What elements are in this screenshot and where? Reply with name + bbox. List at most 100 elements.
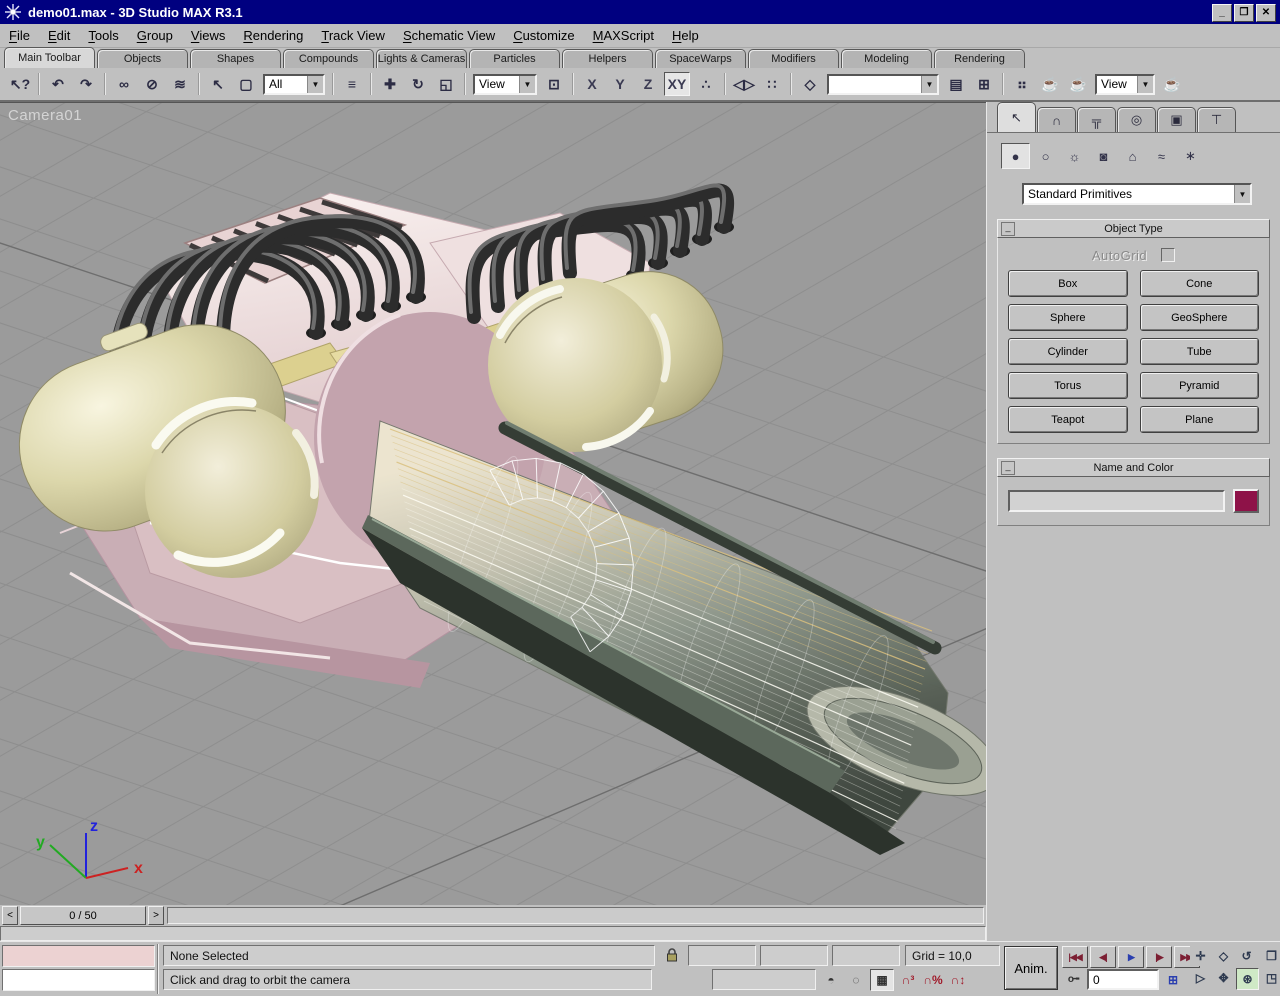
subcategory-dropdown[interactable]: Standard Primitives ▼ <box>1022 183 1252 205</box>
render-type-dropdown[interactable]: View▼ <box>1095 74 1155 95</box>
orbit-camera-button[interactable]: ⊛ <box>1236 968 1259 990</box>
roll-camera-button[interactable]: ↺ <box>1236 946 1257 966</box>
time-slider-next-button[interactable]: > <box>148 906 164 925</box>
track-bar[interactable] <box>0 926 986 941</box>
object-color-swatch[interactable] <box>1233 489 1259 513</box>
tube-button[interactable]: Tube <box>1140 338 1260 365</box>
tab-rendering[interactable]: Rendering <box>934 49 1025 68</box>
quick-render-icon[interactable]: ☕ <box>1065 72 1091 96</box>
menu-rendering[interactable]: Rendering <box>234 26 312 45</box>
menu-customize[interactable]: Customize <box>504 26 583 45</box>
category-spacewarps-icon[interactable]: ≈ <box>1148 144 1175 168</box>
panel-tab-hierarchy[interactable]: ╦ <box>1077 107 1116 132</box>
restrict-z-button[interactable]: Z <box>636 73 660 95</box>
teapot-button[interactable]: Teapot <box>1008 406 1128 433</box>
degradation-override-icon[interactable]: ◓ <box>820 970 842 990</box>
region-zoom-button[interactable]: ❒ <box>1261 946 1280 966</box>
time-slider-handle[interactable]: 0 / 50 <box>20 906 146 925</box>
open-track-view-icon[interactable]: ▤ <box>943 72 969 96</box>
category-systems-icon[interactable]: ∗ <box>1177 144 1204 168</box>
panel-tab-utilities[interactable]: ⊤ <box>1197 107 1236 132</box>
tab-compounds[interactable]: Compounds <box>283 49 374 68</box>
cylinder-button[interactable]: Cylinder <box>1008 338 1128 365</box>
selection-filter-dropdown[interactable]: All▼ <box>263 74 325 95</box>
time-slider-prev-button[interactable]: < <box>2 906 18 925</box>
category-shapes-icon[interactable]: ○ <box>1032 144 1059 168</box>
tab-main-toolbar[interactable]: Main Toolbar <box>4 47 95 68</box>
next-frame-button[interactable]: |▶ <box>1146 946 1172 968</box>
chevron-down-icon[interactable]: ▼ <box>921 76 937 93</box>
tab-spacewarps[interactable]: SpaceWarps <box>655 49 746 68</box>
render-last-icon[interactable]: ☕ <box>1159 72 1185 96</box>
name-and-color-rollout-header[interactable]: _ Name and Color <box>997 458 1270 477</box>
box-button[interactable]: Box <box>1008 270 1128 297</box>
tab-particles[interactable]: Particles <box>469 49 560 68</box>
menu-help[interactable]: Help <box>663 26 708 45</box>
restore-button[interactable]: ❐ <box>1234 4 1254 22</box>
panel-tab-create[interactable]: ↖ <box>997 102 1036 132</box>
play-button[interactable]: ▶ <box>1118 946 1144 968</box>
align-icon[interactable]: ◇ <box>797 72 823 96</box>
truck-camera-button[interactable]: ✥ <box>1213 968 1234 988</box>
sphere-button[interactable]: Sphere <box>1008 304 1128 331</box>
category-cameras-icon[interactable]: ◙ <box>1090 144 1117 168</box>
tab-helpers[interactable]: Helpers <box>562 49 653 68</box>
reference-coordinate-dropdown[interactable]: View▼ <box>473 74 537 95</box>
select-by-name-icon[interactable]: ≡ <box>339 72 365 96</box>
animate-button[interactable]: Anim. <box>1004 946 1058 990</box>
close-button[interactable]: ✕ <box>1256 4 1276 22</box>
mini-listener-field[interactable] <box>2 969 155 991</box>
named-selection-sets-dropdown[interactable]: ▼ <box>827 74 939 95</box>
mirror-icon[interactable]: ◁▷ <box>731 72 757 96</box>
dolly-camera-button[interactable]: ✛ <box>1190 946 1211 966</box>
menu-group[interactable]: Group <box>128 26 182 45</box>
category-helpers-icon[interactable]: ⌂ <box>1119 144 1146 168</box>
restrict-xy-plane-button[interactable]: XY <box>664 72 690 96</box>
cone-button[interactable]: Cone <box>1140 270 1260 297</box>
menu-tools[interactable]: Tools <box>79 26 127 45</box>
macro-recorder-field[interactable] <box>2 945 155 967</box>
go-to-start-button[interactable]: |◀◀ <box>1062 946 1088 968</box>
select-and-link-icon[interactable]: ∞ <box>111 72 137 96</box>
field-of-view-button[interactable]: ▷ <box>1190 968 1211 988</box>
angle-snap-icon[interactable]: ∩³ <box>897 970 919 990</box>
selection-lock-button[interactable] <box>661 945 683 966</box>
tab-objects[interactable]: Objects <box>97 49 188 68</box>
key-mode-toggle-button[interactable]: o╼ <box>1062 970 1084 990</box>
restrict-x-button[interactable]: X <box>580 73 604 95</box>
chevron-down-icon[interactable]: ▼ <box>519 76 535 93</box>
object-name-field[interactable] <box>1008 490 1225 512</box>
select-and-move-icon[interactable]: ✚ <box>377 72 403 96</box>
torus-button[interactable]: Torus <box>1008 372 1128 399</box>
menu-views[interactable]: Views <box>182 26 234 45</box>
panel-tab-motion[interactable]: ◎ <box>1117 107 1156 132</box>
current-frame-field[interactable]: 0 <box>1087 969 1159 990</box>
chevron-down-icon[interactable]: ▼ <box>307 76 323 93</box>
snap-3d-icon[interactable]: ▦ <box>870 969 894 991</box>
menu-schematic-view[interactable]: Schematic View <box>394 26 504 45</box>
material-editor-icon[interactable]: ⠶ <box>1009 72 1035 96</box>
time-slider-track[interactable] <box>167 907 984 924</box>
category-geometry-icon[interactable]: ● <box>1001 143 1030 169</box>
snap-toggle-icon[interactable]: ◌ <box>845 970 867 990</box>
menu-maxscript[interactable]: MAXScript <box>584 26 663 45</box>
bind-to-spacewarp-icon[interactable]: ≋ <box>167 72 193 96</box>
open-schematic-view-icon[interactable]: ⊞ <box>971 72 997 96</box>
min-max-toggle-button[interactable]: ◳ <box>1261 968 1280 988</box>
panel-tab-display[interactable]: ▣ <box>1157 107 1196 132</box>
plane-button[interactable]: Plane <box>1140 406 1260 433</box>
menu-track-view[interactable]: Track View <box>312 26 394 45</box>
restrict-y-button[interactable]: Y <box>608 73 632 95</box>
autogrid-checkbox[interactable] <box>1161 248 1175 262</box>
tab-lights-cameras[interactable]: Lights & Cameras <box>376 49 467 68</box>
geosphere-button[interactable]: GeoSphere <box>1140 304 1260 331</box>
region-select-icon[interactable]: ▢ <box>233 72 259 96</box>
menu-file[interactable]: File <box>0 26 39 45</box>
camera-viewport[interactable]: z y x Camera01 <box>0 102 986 906</box>
chevron-down-icon[interactable]: ▼ <box>1137 76 1153 93</box>
array-icon[interactable]: ∷ <box>759 72 785 96</box>
collapse-icon[interactable]: _ <box>1001 222 1015 236</box>
time-configuration-button[interactable]: ⊞ <box>1162 970 1184 990</box>
select-and-rotate-icon[interactable]: ↻ <box>405 72 431 96</box>
help-mode-icon[interactable]: ↖? <box>7 72 33 96</box>
